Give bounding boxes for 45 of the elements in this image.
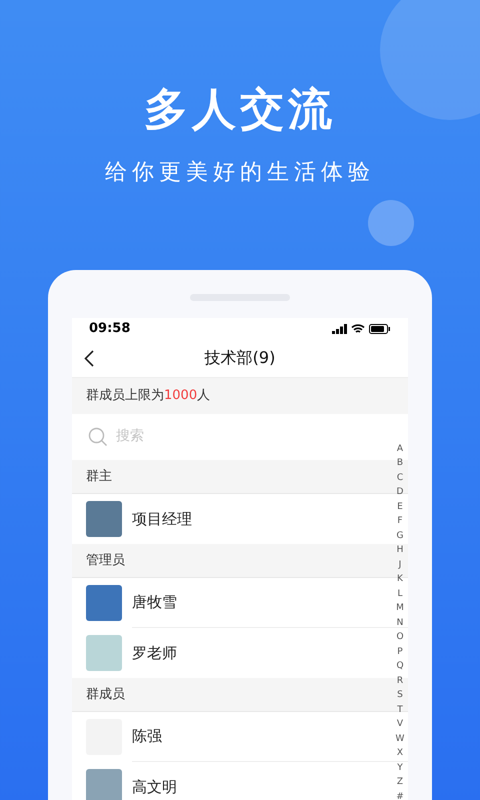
index-letter[interactable]: Z <box>396 775 404 790</box>
member-name: 项目经理 <box>132 508 192 530</box>
section-header: 群主 <box>86 468 112 486</box>
index-letter[interactable]: V <box>396 717 404 732</box>
section-header: 群成员 <box>86 686 125 704</box>
member-limit-notice: 群成员上限为1000人 <box>86 387 210 406</box>
member-name: 罗老师 <box>132 642 177 664</box>
search-icon <box>88 426 108 447</box>
member-name: 陈强 <box>132 726 162 748</box>
index-letter[interactable]: N <box>396 616 404 630</box>
section-header: 管理员 <box>86 552 125 570</box>
avatar-photo-placeholder <box>86 634 122 671</box>
back-icon <box>84 350 94 368</box>
index-letter[interactable]: G <box>396 528 404 544</box>
member-name: 唐牧雪 <box>132 592 177 614</box>
index-letter[interactable]: Q <box>396 659 404 674</box>
index-letter[interactable]: J <box>398 558 402 572</box>
index-letter[interactable]: W <box>396 732 404 746</box>
wifi-icon <box>351 324 365 334</box>
page-title: 技术部(9) <box>204 347 276 370</box>
member-name: 高文明 <box>132 776 177 798</box>
index-letter[interactable]: E <box>397 500 403 514</box>
index-letter[interactable]: P <box>397 644 403 660</box>
avatar-photo-placeholder <box>86 500 122 537</box>
signal-icon <box>332 324 347 334</box>
status-time: 09:58 <box>89 320 130 338</box>
headline: 多人交流 <box>144 88 336 132</box>
index-letter[interactable]: C <box>396 470 404 486</box>
battery-icon <box>369 324 391 334</box>
index-letter[interactable]: X <box>396 746 404 761</box>
index-letter[interactable]: S <box>397 688 403 703</box>
index-letter[interactable]: Y <box>397 760 403 776</box>
avatar-photo-placeholder <box>86 768 122 800</box>
index-letter[interactable]: F <box>397 514 403 529</box>
search-field[interactable]: 搜索 <box>116 426 316 448</box>
index-letter[interactable]: L <box>397 586 402 602</box>
subtitle: 给你更美好的生活体验 <box>105 162 375 184</box>
index-letter[interactable]: B <box>396 456 404 471</box>
index-letter[interactable]: A <box>396 442 404 456</box>
index-letter[interactable]: O <box>396 630 404 645</box>
index-letter[interactable]: M <box>396 601 404 616</box>
avatar-photo-placeholder <box>86 584 122 621</box>
index-letter[interactable]: H <box>396 543 404 558</box>
decorative-bubble <box>368 200 414 246</box>
index-letter[interactable]: # <box>396 790 404 800</box>
